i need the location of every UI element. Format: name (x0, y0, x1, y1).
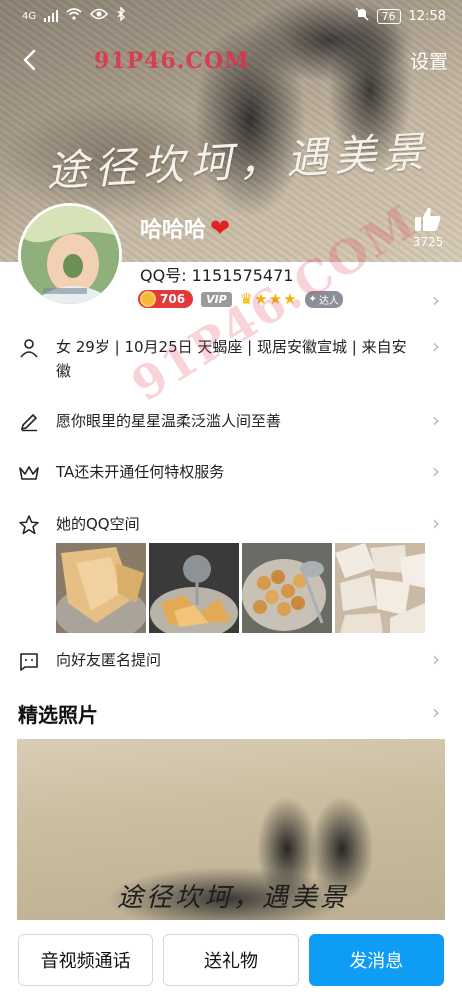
featured-photos-title[interactable]: 精选照片 (18, 699, 98, 728)
like-count: 3725 (412, 235, 444, 249)
signature-text: 愿你眼里的星星温柔泛滥人间至善 (56, 412, 282, 430)
back-button[interactable] (14, 45, 44, 75)
qzone-photo[interactable] (242, 543, 332, 633)
send-message-button[interactable]: 发消息 (308, 934, 444, 986)
eye-icon (90, 8, 109, 24)
avatar-image (21, 206, 119, 304)
heart-icon: ❤ (210, 214, 231, 242)
send-gift-button[interactable]: 送礼物 (163, 934, 299, 986)
chevron-right-icon[interactable]: › (432, 288, 440, 312)
settings-button[interactable]: 设置 (410, 47, 448, 74)
signal-icon (44, 10, 59, 22)
chevron-right-icon: › (432, 511, 440, 535)
talent-badge[interactable]: ✦ 达人 (304, 290, 343, 308)
bluetooth-icon (116, 6, 126, 25)
chevron-right-icon: › (432, 647, 440, 671)
avatar[interactable] (18, 203, 122, 307)
privilege-row[interactable]: TA还未开通任何特权服务 › (0, 459, 462, 488)
anonymous-question-text: 向好友匿名提问 (56, 651, 162, 669)
mute-icon (355, 7, 369, 25)
star-icon: ★ (283, 290, 297, 308)
level-crowns: ♛ ★ ★ ★ (240, 290, 297, 308)
badge-row[interactable]: 706 VIP ♛ ★ ★ ★ ✦ 达人 (138, 290, 343, 308)
network-label: 4G (22, 10, 37, 22)
vip-badge[interactable]: VIP (201, 291, 232, 307)
wifi-icon (66, 8, 82, 24)
qzone-row[interactable]: 她的QQ空间 › (0, 511, 462, 540)
chevron-right-icon[interactable]: › (432, 700, 440, 724)
site-watermark: 91P46.COM (94, 48, 250, 74)
signature-row[interactable]: 愿你眼里的星星温柔泛滥人间至善 › (0, 408, 462, 437)
featured-photo-caption: 途径坎坷，遇美景 (117, 883, 350, 913)
clock-time: 12:58 (408, 8, 446, 24)
star-icon: ★ (254, 290, 268, 308)
pencil-icon (18, 411, 40, 433)
qzone-text: 她的QQ空间 (56, 515, 140, 533)
basic-info-text: 女 29岁 | 10月25日 天蝎座 | 现居安徽宣城 | 来自安徽 (56, 338, 407, 380)
av-call-button[interactable]: 音视频通话 (18, 934, 154, 986)
qzone-photo[interactable] (56, 543, 146, 633)
privilege-text: TA还未开通任何特权服务 (56, 463, 225, 481)
qzone-photos (56, 543, 425, 633)
battery-icon: 76 (376, 8, 401, 24)
level-badge[interactable]: 706 (138, 290, 194, 308)
qzone-photo[interactable] (335, 543, 425, 633)
status-bar: 4G 76 12:58 (0, 0, 462, 32)
basic-info-row[interactable]: 女 29岁 | 10月25日 天蝎座 | 现居安徽宣城 | 来自安徽 › (0, 334, 462, 387)
star-icon: ★ (268, 290, 283, 308)
like-button[interactable]: 3725 (406, 206, 450, 249)
chevron-right-icon: › (432, 408, 440, 432)
person-icon (18, 337, 40, 359)
star-outline-icon (18, 514, 40, 536)
thumbs-up-icon (415, 207, 441, 231)
qzone-photo[interactable] (149, 543, 239, 633)
chevron-right-icon: › (432, 334, 440, 358)
wing-icon: ✦ (308, 293, 317, 305)
level-number: 706 (160, 292, 186, 306)
chat-box-icon (18, 650, 40, 672)
featured-photo[interactable]: 途径坎坷，遇美景 (17, 739, 445, 921)
bottom-action-bar: 音视频通话 送礼物 发消息 (0, 920, 462, 1000)
nickname: 哈哈哈 ❤ (140, 212, 230, 244)
chevron-left-icon (23, 49, 36, 71)
crown-outline-icon (18, 462, 40, 484)
qq-number: QQ号: 1151575471 (140, 266, 294, 285)
sun-icon (140, 291, 156, 307)
anonymous-question-row[interactable]: 向好友匿名提问 › (0, 647, 462, 676)
chevron-right-icon: › (432, 459, 440, 483)
talent-label: 达人 (318, 295, 339, 307)
nickname-text: 哈哈哈 (140, 218, 207, 243)
crown-icon: ♛ (239, 290, 254, 308)
